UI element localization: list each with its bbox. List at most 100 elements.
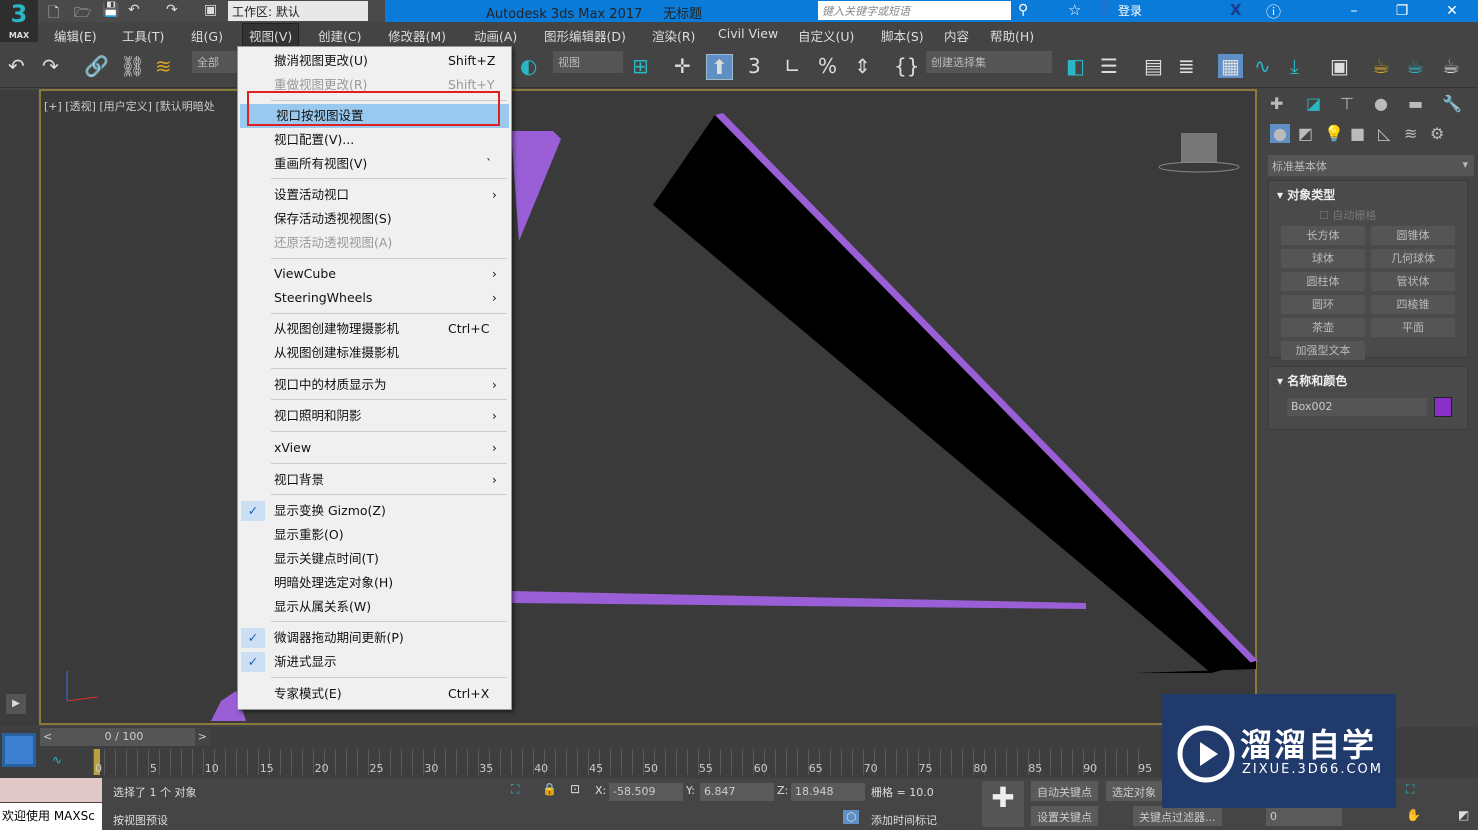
motion-tab-icon[interactable]: ● <box>1374 94 1388 113</box>
schematic-view-icon[interactable]: ⤓ <box>1290 54 1299 78</box>
maximize-viewport-icon[interactable]: ◩ <box>1458 808 1469 822</box>
menu-group[interactable]: 组(G) <box>191 26 223 45</box>
undo-icon[interactable]: ↶ <box>8 54 25 78</box>
menu-customize[interactable]: 自定义(U) <box>798 26 854 45</box>
view-menu-item[interactable]: 视口背景 › <box>238 468 511 492</box>
mirror-icon[interactable]: ◧ <box>1066 54 1085 78</box>
rendered-frame-icon[interactable]: ☕ <box>1406 54 1424 78</box>
project-icon[interactable]: ▣ <box>204 2 217 18</box>
view-menu-item[interactable]: 保存活动透视视图(S) <box>238 207 511 231</box>
menu-tools[interactable]: 工具(T) <box>122 26 164 45</box>
set-key-button[interactable]: 设置关键点 <box>1031 806 1098 826</box>
time-tag-icon[interactable]: ⬡ <box>843 810 860 824</box>
torus-button[interactable]: 圆环 <box>1281 295 1365 314</box>
object-color-swatch[interactable] <box>1434 397 1452 417</box>
selection-filter[interactable]: 全部 <box>192 51 237 73</box>
z-coordinate[interactable]: 18.948 <box>791 783 865 801</box>
menu-scripting[interactable]: 脚本(S) <box>881 26 924 45</box>
named-selection-set[interactable]: 创建选择集 <box>926 51 1052 73</box>
menu-edit[interactable]: 编辑(E) <box>54 26 97 45</box>
sphere-button[interactable]: 球体 <box>1281 249 1365 268</box>
view-menu-item[interactable]: ✓ 显示变换 Gizmo(Z) <box>238 499 511 523</box>
auto-key-button[interactable]: 自动关键点 <box>1031 781 1098 801</box>
view-menu-item[interactable]: 还原活动透视视图(A) <box>238 231 511 255</box>
save-icon[interactable]: 💾 <box>102 2 119 18</box>
binoculars-icon[interactable]: ⚲ <box>1018 2 1028 18</box>
ref-coord-select[interactable]: 视图 <box>553 51 623 73</box>
view-menu-item[interactable]: 专家模式(E) Ctrl+X <box>238 682 511 706</box>
spacewarps-icon[interactable]: ≋ <box>1404 124 1417 143</box>
redo-icon[interactable]: ↷ <box>42 54 59 78</box>
x-coordinate[interactable]: -58.509 <box>609 783 683 801</box>
plane-button[interactable]: 平面 <box>1371 318 1455 337</box>
menu-civil-view[interactable]: Civil View <box>718 26 778 41</box>
unlink-icon[interactable]: ⛓ <box>120 54 145 78</box>
cylinder-button[interactable]: 圆柱体 <box>1281 272 1365 291</box>
edit-named-sets-icon[interactable]: {} <box>894 54 919 78</box>
geometry-icon[interactable]: ● <box>1270 124 1290 143</box>
tube-button[interactable]: 管状体 <box>1371 272 1455 291</box>
view-menu-item[interactable]: 视口照明和阴影 › <box>238 404 511 428</box>
maximize-button[interactable]: ❐ <box>1382 0 1422 22</box>
view-menu-item[interactable]: 显示从属关系(W) <box>238 595 511 619</box>
bind-spacewarp-icon[interactable]: ≋ <box>155 54 172 78</box>
view-menu-item[interactable]: 设置活动视口 › <box>238 183 511 207</box>
undo-icon[interactable]: ↶ <box>128 2 140 18</box>
current-frame-input[interactable]: 0 <box>1266 808 1342 826</box>
perspective-viewport[interactable] <box>39 89 1258 725</box>
menu-view[interactable]: 视图(V) <box>242 23 300 48</box>
add-time-tag[interactable]: 添加时间标记 <box>871 812 937 828</box>
viewcube[interactable] <box>1158 133 1240 173</box>
object-name-input[interactable]: Box002 <box>1287 398 1427 416</box>
lights-icon[interactable]: 💡 <box>1324 124 1344 143</box>
view-menu-item[interactable]: ✓ 渐进式显示 <box>238 650 511 674</box>
view-menu-item[interactable]: 撤消视图更改(U) Shift+Z <box>238 49 511 73</box>
scene-explorer-icon[interactable]: ▤ <box>1144 54 1163 78</box>
view-menu-item[interactable]: 重画所有视图(V) ` <box>238 152 511 176</box>
render-icon[interactable]: ☕ <box>1442 54 1460 78</box>
view-menu-item[interactable]: ViewCube › <box>238 262 511 286</box>
pyramid-button[interactable]: 四棱锥 <box>1371 295 1455 314</box>
select-manipulate-icon[interactable]: ⬆ <box>706 54 733 80</box>
rollout-title[interactable]: ▾ 名称和颜色 <box>1277 372 1347 389</box>
view-menu-item[interactable]: 明暗处理选定对象(H) <box>238 571 511 595</box>
expand-play-icon[interactable]: ▶ <box>6 694 26 714</box>
align-icon[interactable]: ☰ <box>1100 54 1118 78</box>
key-filters-button[interactable]: 关键点过滤器... <box>1133 806 1222 826</box>
pivot-icon[interactable]: ⊞ <box>632 54 649 78</box>
isolate-icon[interactable]: ⛶ <box>511 782 519 797</box>
box-button[interactable]: 长方体 <box>1281 226 1365 245</box>
zoom-extents-icon[interactable]: ⛶ <box>1406 782 1414 797</box>
view-menu-item[interactable]: 视口配置(V)... <box>238 128 511 152</box>
time-slider[interactable]: <0 / 100 > <box>40 728 210 746</box>
help-icon[interactable]: ⓘ <box>1266 1 1281 22</box>
hierarchy-tab-icon[interactable]: ⊤ <box>1340 94 1354 113</box>
view-menu-item[interactable]: ✓ 微调器拖动期间更新(P) <box>238 626 511 650</box>
move-icon[interactable]: ✛ <box>674 54 691 78</box>
star-icon[interactable]: ☆ <box>1068 1 1081 19</box>
create-tab-icon[interactable]: ✚ <box>1270 94 1283 113</box>
workspace-select[interactable]: 工作区: 默认 <box>228 1 368 21</box>
lock-icon[interactable]: 🔒 <box>542 782 557 796</box>
maxscript-input[interactable]: 欢迎使用 MAXSc <box>0 803 102 830</box>
curve-editor-mini-icon[interactable]: ∿ <box>52 753 62 767</box>
menu-create[interactable]: 创建(C) <box>318 26 361 45</box>
selected-dropdown[interactable]: 选定对象 <box>1106 781 1162 801</box>
search-input[interactable]: 键入关键字或短语 <box>818 1 1011 20</box>
view-menu-item[interactable]: 视口中的材质显示为 › <box>238 373 511 397</box>
cameras-icon[interactable]: ■ <box>1350 124 1365 143</box>
spinner-snap-icon[interactable]: ⇕ <box>854 54 871 78</box>
view-menu-item[interactable]: 从视图创建物理摄影机 Ctrl+C <box>238 317 511 341</box>
app-logo[interactable]: 3 MAX <box>0 0 38 42</box>
exchange-icon[interactable]: X <box>1230 1 1242 19</box>
menu-help[interactable]: 帮助(H) <box>990 26 1034 45</box>
link-icon[interactable]: 🔗 <box>84 54 109 78</box>
view-menu-item[interactable]: xView › <box>238 436 511 460</box>
systems-icon[interactable]: ⚙ <box>1430 124 1444 143</box>
geosphere-button[interactable]: 几何球体 <box>1371 249 1455 268</box>
autogrid-checkbox[interactable]: ☐ 自动栅格 <box>1319 207 1376 223</box>
layer-explorer-icon[interactable]: ≣ <box>1178 54 1195 78</box>
menu-animation[interactable]: 动画(A) <box>474 26 517 45</box>
set-key-large-icon[interactable]: ✚ <box>982 781 1024 827</box>
view-menu-item[interactable]: 显示重影(O) <box>238 523 511 547</box>
